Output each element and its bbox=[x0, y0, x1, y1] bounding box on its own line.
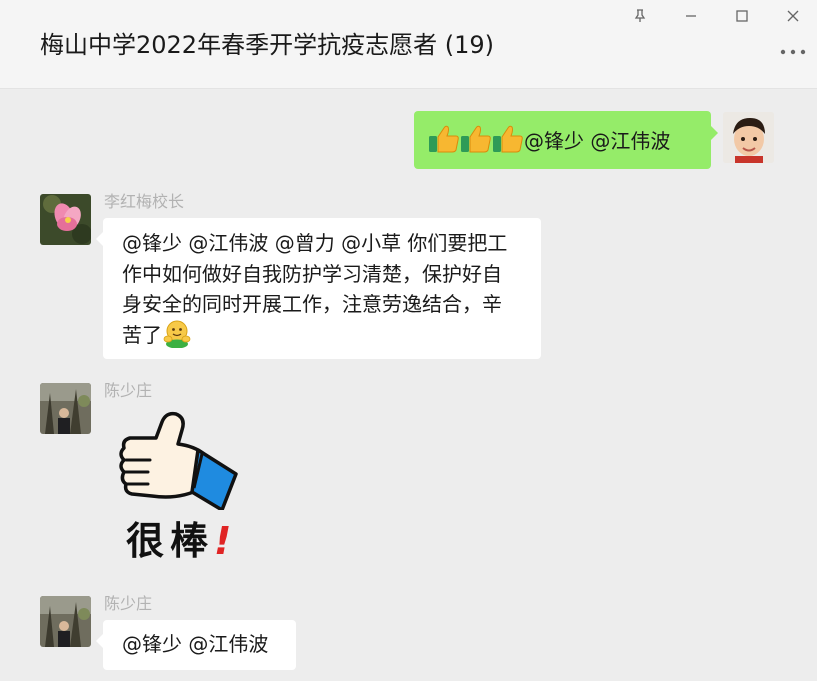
hug-face-emoji bbox=[162, 320, 192, 357]
thumbs-up-emoji bbox=[460, 124, 492, 163]
self-avatar[interactable] bbox=[723, 112, 774, 163]
message-line-container: 苦了 bbox=[122, 320, 527, 357]
chat-title: 梅山中学2022年春季开学抗疫志愿者 (19) bbox=[40, 31, 494, 59]
sticker-exclamation: ! bbox=[214, 519, 238, 563]
thumbs-up-emoji bbox=[428, 124, 460, 163]
sticker-text: 很棒! bbox=[126, 510, 237, 565]
sender-name: 陈少庄 bbox=[104, 594, 153, 613]
maximize-icon[interactable] bbox=[722, 2, 762, 30]
message-bubble-outgoing[interactable]: @锋少 @江伟波 bbox=[414, 111, 711, 169]
thumbs-up-emoji bbox=[492, 124, 524, 163]
message-line: 苦了 bbox=[122, 322, 162, 347]
thumbs-up-sticker bbox=[119, 411, 238, 512]
bubble-tail bbox=[96, 232, 103, 246]
chat-window: 梅山中学2022年春季开学抗疫志愿者 (19) @锋少 @江伟波 李红梅校长 @… bbox=[0, 0, 817, 681]
chat-header: 梅山中学2022年春季开学抗疫志愿者 (19) bbox=[0, 0, 817, 89]
sender-name: 陈少庄 bbox=[104, 381, 153, 400]
message-line: @锋少 @江伟波 @曾力 @小草 你们要把工 bbox=[122, 231, 508, 255]
more-icon[interactable] bbox=[775, 40, 811, 64]
bubble-tail bbox=[711, 126, 718, 140]
message-line: 作中如何做好自我防护学习清楚，保护好自 bbox=[122, 261, 502, 286]
message-bubble-incoming[interactable]: @锋少 @江伟波 @曾力 @小草 你们要把工 作中如何做好自我防护学习清楚，保护… bbox=[103, 218, 541, 359]
sender-avatar[interactable] bbox=[40, 383, 91, 434]
sender-name: 李红梅校长 bbox=[104, 192, 185, 211]
bubble-tail bbox=[96, 634, 103, 648]
pin-icon[interactable] bbox=[620, 2, 660, 30]
sticker[interactable]: 很棒! bbox=[118, 410, 248, 563]
close-icon[interactable] bbox=[773, 2, 813, 30]
sender-avatar[interactable] bbox=[40, 194, 91, 245]
message-line: 身安全的同时开展工作，注意劳逸结合，辛 bbox=[122, 292, 502, 316]
sender-avatar[interactable] bbox=[40, 596, 91, 647]
message-text: @锋少 @江伟波 bbox=[122, 632, 269, 656]
minimize-icon[interactable] bbox=[671, 2, 711, 30]
sticker-word: 很棒 bbox=[126, 519, 215, 563]
message-text: @锋少 @江伟波 bbox=[524, 129, 671, 153]
message-bubble-incoming[interactable]: @锋少 @江伟波 bbox=[103, 620, 296, 670]
